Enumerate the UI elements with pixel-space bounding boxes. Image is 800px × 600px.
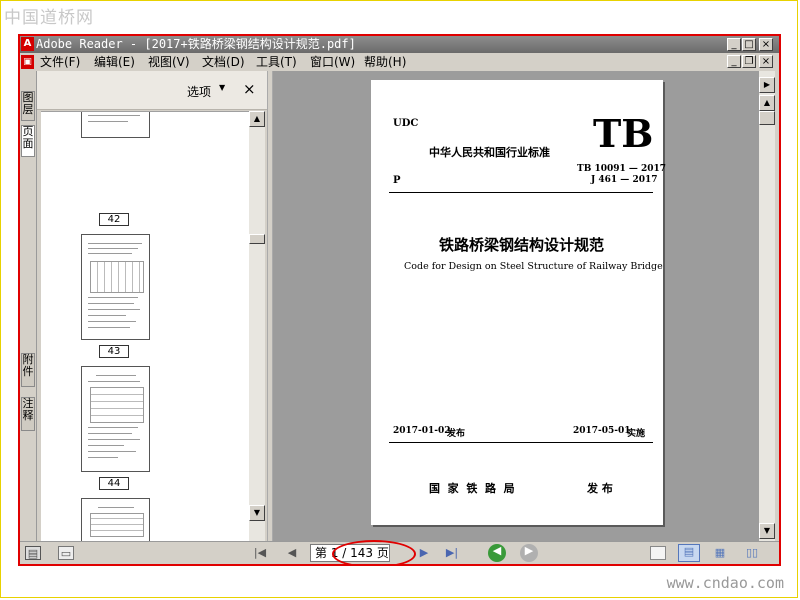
doc-restore-button[interactable]: ❐ bbox=[742, 55, 756, 68]
previous-page-icon[interactable]: ◀ bbox=[284, 546, 300, 560]
document-view: UDC TB 中华人民共和国行业标准 TB 10091 — 2017 P J 4… bbox=[273, 71, 759, 541]
pages-panel: 选项 ▼ × 42 43 44 ▲ ▼ bbox=[37, 71, 267, 554]
panel-toggle-icon[interactable]: ▤ bbox=[25, 546, 41, 560]
p-label: P bbox=[393, 175, 401, 186]
window-title: Adobe Reader - [2017+铁路桥梁钢结构设计规范.pdf] bbox=[36, 37, 356, 51]
thumbnail-page[interactable] bbox=[81, 234, 150, 340]
scroll-up-arrow-icon[interactable]: ▲ bbox=[249, 111, 265, 127]
record-code: J 461 — 2017 bbox=[591, 175, 658, 185]
document-scrollbar[interactable]: ▶ ▲ ▼ bbox=[759, 71, 775, 541]
udc-label: UDC bbox=[393, 118, 419, 129]
thumbnail-page[interactable] bbox=[81, 112, 150, 138]
menu-edit[interactable]: 编辑(E) bbox=[94, 55, 135, 69]
menu-view[interactable]: 视图(V) bbox=[148, 55, 190, 69]
header-rule bbox=[389, 192, 653, 193]
tab-comments[interactable]: 注释 bbox=[21, 397, 35, 431]
menu-window[interactable]: 窗口(W) bbox=[310, 55, 355, 69]
go-back-icon[interactable]: ◀ bbox=[488, 544, 506, 562]
highlight-ellipse bbox=[332, 540, 416, 564]
close-panel-button[interactable]: × bbox=[243, 80, 256, 98]
scroll-up-arrow-icon[interactable]: ▲ bbox=[759, 95, 775, 111]
scroll-thumb[interactable] bbox=[249, 234, 265, 244]
menu-help[interactable]: 帮助(H) bbox=[364, 55, 406, 69]
scroll-down-arrow-icon[interactable]: ▼ bbox=[759, 523, 775, 539]
document-title-en: Code for Design on Steel Structure of Ra… bbox=[404, 261, 663, 272]
effective-date: 2017-05-01 bbox=[573, 426, 631, 436]
menu-tools[interactable]: 工具(T) bbox=[256, 55, 297, 69]
menu-bar: ▣ 文件(F) 编辑(E) 视图(V) 文档(D) 工具(T) 窗口(W) 帮助… bbox=[20, 53, 779, 71]
minimize-button[interactable]: _ bbox=[727, 38, 741, 51]
scroll-thumb[interactable] bbox=[759, 111, 775, 125]
effective-label: 实施 bbox=[627, 429, 646, 439]
page-size-icon[interactable]: ▭ bbox=[58, 546, 74, 560]
pdf-page: UDC TB 中华人民共和国行业标准 TB 10091 — 2017 P J 4… bbox=[371, 80, 667, 525]
facing-view-icon[interactable]: ▯▯ bbox=[744, 546, 760, 560]
issue-date: 2017-01-02 bbox=[393, 426, 451, 436]
thumbnail-page-number: 42 bbox=[99, 213, 129, 226]
title-bar: A Adobe Reader - [2017+铁路桥梁钢结构设计规范.pdf] … bbox=[20, 36, 779, 53]
publisher: 国 家 铁 路 局 bbox=[429, 482, 515, 495]
thumbnail-page-number: 43 bbox=[99, 345, 129, 358]
footer-rule bbox=[389, 442, 653, 443]
scroll-down-arrow-icon[interactable]: ▼ bbox=[249, 505, 265, 521]
issue-label: 发布 bbox=[447, 429, 466, 439]
close-window-button[interactable]: × bbox=[759, 38, 773, 51]
options-dropdown-icon[interactable]: ▼ bbox=[219, 83, 225, 92]
last-page-icon[interactable]: ▶| bbox=[444, 546, 460, 560]
continuous-view-icon[interactable]: ▤ bbox=[678, 544, 700, 562]
site-footer-url: www.cndao.com bbox=[666, 574, 784, 592]
adobe-reader-icon: A bbox=[21, 37, 34, 51]
menu-file[interactable]: 文件(F) bbox=[40, 55, 80, 69]
reader-window: A Adobe Reader - [2017+铁路桥梁钢结构设计规范.pdf] … bbox=[18, 34, 781, 566]
pages-panel-header: 选项 ▼ × bbox=[37, 71, 267, 110]
doc-minimize-button[interactable]: _ bbox=[727, 55, 741, 68]
tb-mark: TB bbox=[593, 111, 654, 156]
thumbnail-page[interactable] bbox=[81, 366, 150, 472]
first-page-icon[interactable]: |◀ bbox=[252, 546, 268, 560]
navigation-tabs: 图层 页面 附件 注释 bbox=[20, 71, 37, 541]
doc-close-button[interactable]: × bbox=[759, 55, 773, 68]
thumbnail-page-number: 44 bbox=[99, 477, 129, 490]
continuous-facing-view-icon[interactable]: ▦ bbox=[712, 546, 728, 560]
status-bar: ▤ ▭ |◀ ◀ 第 1 / 143 页 ▶ ▶| ◀ ▶ ▤ ▦ ▯▯ bbox=[20, 540, 779, 564]
document-icon: ▣ bbox=[21, 55, 34, 69]
next-page-icon[interactable]: ▶ bbox=[416, 546, 432, 560]
site-logo: 中国道桥网 bbox=[4, 8, 94, 28]
thumbnail-scrollbar[interactable]: ▲ ▼ bbox=[249, 111, 265, 553]
document-title-cn: 铁路桥梁钢结构设计规范 bbox=[439, 236, 605, 254]
go-forward-icon[interactable]: ▶ bbox=[520, 544, 538, 562]
publish-label: 发 布 bbox=[587, 482, 613, 495]
thumbnail-list: 42 43 44 bbox=[41, 111, 249, 554]
tab-layers[interactable]: 图层 bbox=[21, 91, 35, 121]
single-page-view-icon[interactable] bbox=[650, 546, 666, 560]
page-nav-arrow-icon[interactable]: ▶ bbox=[759, 77, 775, 93]
standard-type: 中华人民共和国行业标准 bbox=[429, 146, 550, 159]
options-menu[interactable]: 选项 bbox=[187, 83, 211, 100]
tab-pages[interactable]: 页面 bbox=[21, 125, 35, 157]
tab-attachments[interactable]: 附件 bbox=[21, 353, 35, 387]
maximize-button[interactable]: □ bbox=[742, 38, 756, 51]
standard-code: TB 10091 — 2017 bbox=[577, 164, 667, 174]
menu-document[interactable]: 文档(D) bbox=[202, 55, 245, 69]
